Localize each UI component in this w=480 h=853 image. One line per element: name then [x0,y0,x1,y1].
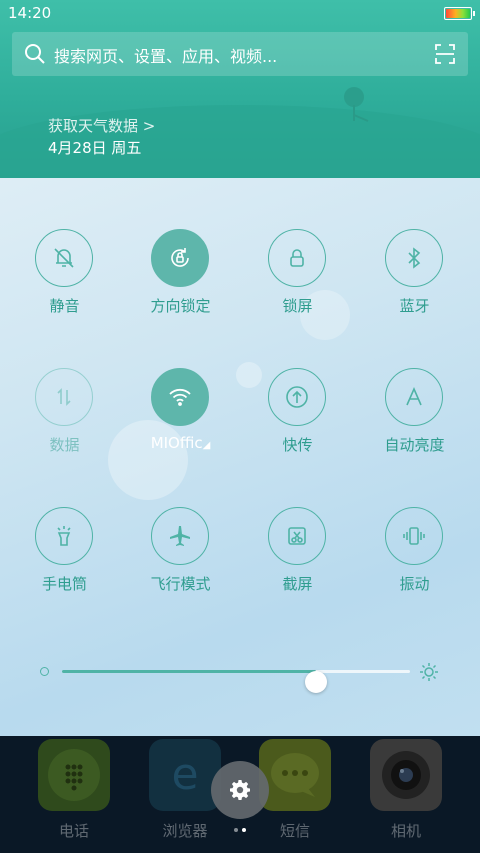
vibrate-icon [403,527,425,545]
quick-settings-grid: 静音 方向锁定 锁屏 蓝牙 数据 MIOffic◢ 快传 自动亮度 手电筒 飞行… [0,0,480,853]
toggle-label: 自动亮度 [384,436,445,454]
settings-button[interactable] [211,761,269,819]
toggle-lock-screen[interactable]: 锁屏 [239,229,356,329]
messages-app-icon [259,739,331,811]
dock-app-label: 短信 [279,822,310,840]
airplane-icon [170,526,190,546]
brightness-high-icon [420,663,438,681]
toggle-label: 振动 [399,575,430,593]
phone-app-icon [38,739,110,811]
toggle-circle [268,368,326,426]
lock-icon [290,249,304,267]
dock-app-phone[interactable]: 电话 [19,739,129,841]
wifi-icon [169,388,191,406]
bluetooth-icon [408,247,421,269]
toggle-label: 静音 [49,297,80,315]
auto-brightness-icon [406,387,422,406]
brightness-track[interactable] [62,670,410,693]
toggle-label: 快传 [282,436,313,454]
toggle-label: 蓝牙 [399,297,430,315]
toggle-label: 截屏 [282,575,313,593]
toggle-label: 锁屏 [282,297,313,315]
toggle-label: 飞行模式 [150,575,211,593]
toggle-vibrate[interactable]: 振动 [356,507,473,607]
page-dot-active [242,828,246,832]
wifi-network-name: MIOffic [150,434,203,452]
data-arrows-icon [57,388,71,406]
brightness-slider[interactable] [40,660,440,693]
toggle-circle [385,368,443,426]
toggle-bluetooth[interactable]: 蓝牙 [356,229,473,329]
toggle-label: 手电筒 [41,575,87,593]
upload-icon [286,386,308,408]
toggle-circle [268,507,326,565]
page-indicator [232,826,252,834]
brightness-track-fill [62,670,317,673]
toggle-label: 数据 [49,436,80,454]
toggle-label: 方向锁定 [150,297,211,315]
dock-app-camera[interactable]: 相机 [351,739,461,841]
toggle-silent[interactable]: 静音 [6,229,123,329]
flashlight-icon [57,526,71,546]
dock-app-label: 电话 [58,822,89,840]
browser-app-icon: e [149,739,221,811]
brightness-low-icon [40,667,49,676]
svg-text:e: e [171,749,198,800]
toggle-flashlight[interactable]: 手电筒 [6,507,123,607]
wifi-expand-icon: ◢ [202,440,211,451]
toggle-label: MIOffic◢ [122,434,239,452]
toggle-quick-transfer[interactable]: 快传 [239,368,356,468]
toggle-auto-brightness[interactable]: 自动亮度 [356,368,473,468]
scissors-icon [288,527,306,545]
toggle-circle [151,507,209,565]
dock-app-label: 相机 [390,822,421,840]
toggle-circle [35,507,93,565]
toggle-circle [151,229,209,287]
toggle-screenshot[interactable]: 截屏 [239,507,356,607]
toggle-mobile-data[interactable]: 数据 [6,368,123,468]
toggle-airplane-mode[interactable]: 飞行模式 [122,507,239,607]
brightness-thumb[interactable] [305,671,328,693]
toggle-circle [35,229,93,287]
toggle-circle [35,368,93,426]
page-dot [234,828,238,832]
rotation-lock-icon [171,248,189,267]
gear-icon [230,780,250,800]
toggle-circle [385,229,443,287]
toggle-circle [151,368,209,426]
dock-app-label: 浏览器 [162,822,208,840]
toggle-circle [385,507,443,565]
toggle-wifi[interactable]: MIOffic◢ [122,368,239,468]
bell-muted-icon [54,248,74,268]
camera-app-icon [370,739,442,811]
toggle-circle [268,229,326,287]
toggle-rotation-lock[interactable]: 方向锁定 [122,229,239,329]
